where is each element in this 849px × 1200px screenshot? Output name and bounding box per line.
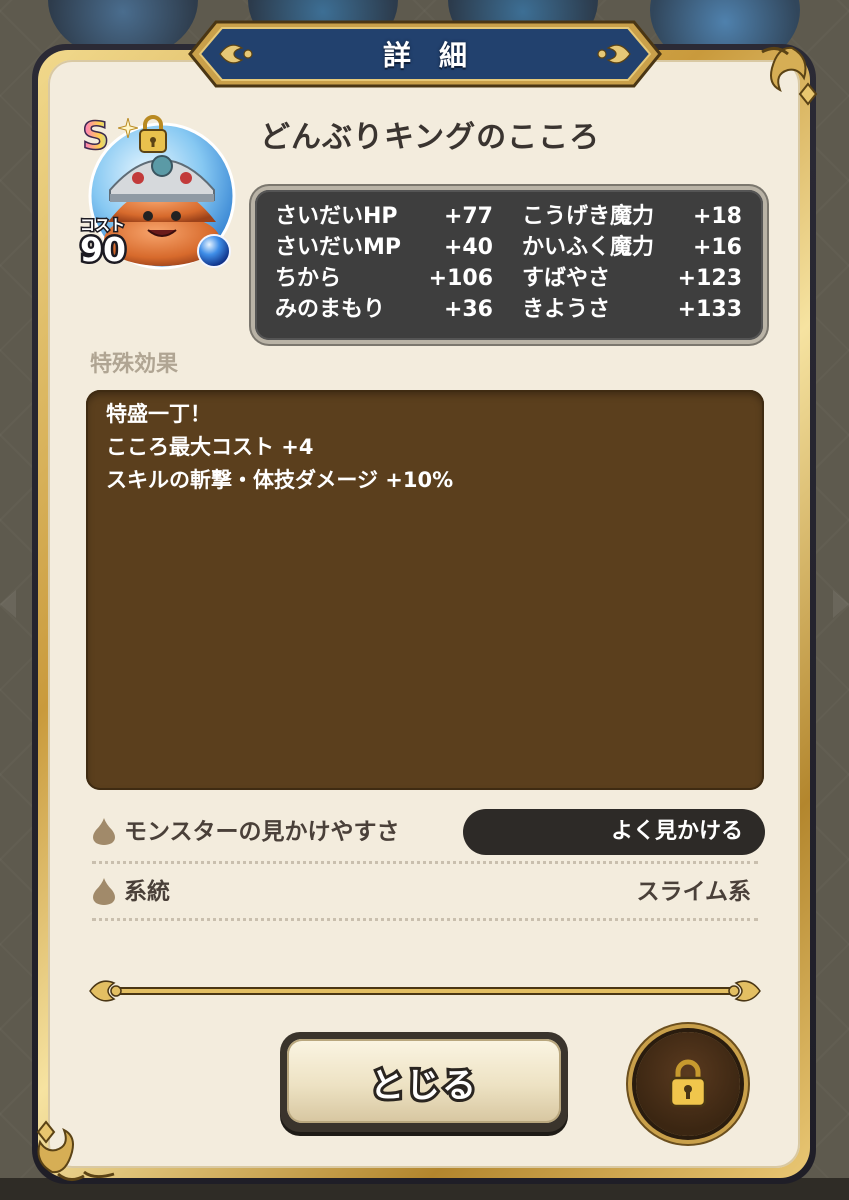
- stat-label: かいふく魔力: [522, 235, 655, 260]
- stat-value: +123: [677, 266, 742, 291]
- sparkle-icon: [118, 118, 138, 138]
- stat-defense: みのまもり +36: [275, 295, 493, 325]
- stat-value: +133: [677, 297, 742, 322]
- effect-line: こころ最大コスト +4: [106, 435, 314, 459]
- effect-line: 特盛一丁！: [106, 402, 211, 426]
- stat-label: きようさ: [522, 297, 611, 322]
- effects-heading: 特殊効果: [90, 352, 179, 377]
- stat-max-mp: さいだいMP +40: [275, 233, 493, 263]
- corner-ornament-bottom-left: [36, 1120, 115, 1181]
- stat-value: +18: [692, 204, 742, 229]
- stat-value: +16: [692, 235, 742, 260]
- stat-label: さいだいMP: [275, 235, 402, 260]
- stat-value: +77: [443, 204, 493, 229]
- stat-max-hp: さいだいHP +77: [275, 202, 493, 232]
- stat-label: みのまもり: [275, 297, 386, 322]
- slime-drop-icon: [93, 878, 115, 905]
- visibility-value: よく見かける: [610, 819, 743, 844]
- background-left-arrow: [0, 590, 16, 618]
- stat-agility: すばやさ +123: [522, 264, 742, 294]
- effect-line: スキルの斬撃・体技ダメージ +10%: [106, 468, 454, 492]
- stat-heal-magic: かいふく魔力 +16: [522, 233, 742, 263]
- close-button-label: とじる: [367, 1063, 479, 1109]
- row-divider: [92, 918, 758, 921]
- family-label: 系統: [124, 879, 170, 905]
- lock-button[interactable]: [636, 1032, 740, 1136]
- blue-orb-icon: [197, 234, 231, 268]
- family-value: スライム系: [636, 879, 751, 905]
- dialog-title: 詳細: [382, 39, 495, 72]
- stat-dexterity: きようさ +133: [522, 295, 742, 325]
- visibility-label: モンスターの見かけやすさ: [124, 819, 400, 845]
- stat-label: すばやさ: [522, 266, 611, 291]
- cost-value: 90: [78, 229, 129, 270]
- stat-strength: ちから +106: [275, 264, 493, 294]
- stat-label: こうげき魔力: [522, 204, 655, 229]
- lock-icon: [139, 115, 167, 153]
- background-right-arrow: [833, 590, 849, 618]
- stat-value: +106: [428, 266, 493, 291]
- slime-drop-icon: [93, 818, 115, 845]
- stat-label: ちから: [275, 266, 342, 291]
- close-button[interactable]: とじる: [280, 1032, 568, 1132]
- padlock-icon: [669, 1059, 707, 1108]
- monster-name: どんぶりキングのこころ: [260, 120, 601, 155]
- stat-value: +36: [443, 297, 493, 322]
- stat-label: さいだいHP: [275, 204, 398, 229]
- ornamental-divider: [89, 980, 761, 1002]
- stat-value: +40: [443, 235, 493, 260]
- row-divider: [92, 861, 758, 864]
- rank-s-icon: S: [81, 113, 118, 159]
- visibility-value-pill: よく見かける: [463, 809, 765, 855]
- stat-attack-magic: こうげき魔力 +18: [522, 202, 742, 232]
- corner-ornament-top-right: [761, 46, 818, 106]
